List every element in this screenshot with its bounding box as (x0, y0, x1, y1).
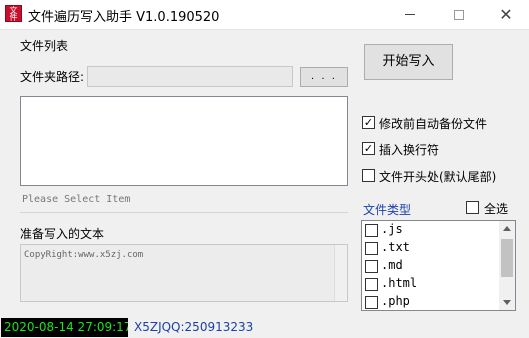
browse-folder-button[interactable]: . . . (300, 67, 348, 87)
scroll-up-icon[interactable] (503, 226, 511, 231)
file-type-label: .txt (381, 240, 410, 254)
file-list-group-label: 文件列表 (20, 39, 69, 53)
app-icon: 文件 (5, 5, 22, 22)
divider (20, 212, 348, 213)
folder-path-input[interactable] (87, 66, 293, 87)
start-write-button[interactable]: 开始写入 (364, 44, 453, 80)
file-type-checkbox[interactable] (365, 242, 378, 255)
file-types-label: 文件类型 (363, 203, 412, 217)
write-text-area[interactable]: CopyRight:www.x5zj.com (20, 244, 348, 302)
write-text-label: 准备写入的文本 (20, 227, 105, 241)
datetime-display: 2020-08-14 27:09:17 (1, 318, 128, 337)
list-item[interactable]: .md (362, 257, 500, 275)
list-item[interactable]: .php (362, 293, 500, 310)
scroll-thumb[interactable] (501, 239, 513, 277)
file-type-checkbox[interactable] (365, 278, 378, 291)
window-title: 文件遍历写入助手 V1.0.190520 (28, 10, 220, 25)
insert-newline-checkbox[interactable]: ✓ (362, 142, 375, 155)
file-type-checkbox[interactable] (365, 260, 378, 273)
file-type-label: .html (381, 276, 418, 290)
file-type-label: .js (381, 222, 403, 236)
insert-newline-label[interactable]: 插入换行符 (379, 141, 439, 158)
select-all-checkbox[interactable] (466, 201, 479, 214)
close-icon: ✕ (499, 4, 513, 24)
file-start-checkbox[interactable] (362, 169, 375, 182)
maximize-icon (454, 9, 464, 20)
backup-label[interactable]: 修改前自动备份文件 (379, 115, 487, 132)
list-item[interactable]: .txt (362, 239, 500, 257)
file-type-label: .php (381, 294, 410, 308)
close-button[interactable]: ✕ (483, 0, 529, 29)
file-types-list[interactable]: .js .txt .md .html .php (361, 220, 516, 311)
file-type-checkbox[interactable] (365, 224, 378, 237)
file-start-label[interactable]: 文件开头处(默认尾部) (379, 168, 496, 185)
file-types-scrollbar[interactable] (499, 221, 515, 310)
minimize-button[interactable] (387, 0, 433, 29)
list-item[interactable]: .html (362, 275, 500, 293)
list-item[interactable]: .js (362, 221, 500, 239)
file-list-box[interactable] (20, 96, 348, 186)
file-type-label: .md (381, 258, 403, 272)
write-text-scrollbar[interactable] (334, 245, 347, 301)
title-bar: 文件 文件遍历写入助手 V1.0.190520 ✕ (0, 0, 529, 30)
maximize-button[interactable] (436, 0, 482, 29)
scroll-down-icon[interactable] (503, 300, 511, 305)
file-type-checkbox[interactable] (365, 296, 378, 309)
write-text-value: CopyRight:www.x5zj.com (24, 250, 144, 260)
select-all-label[interactable]: 全选 (484, 200, 508, 217)
folder-path-label: 文件夹路径: (20, 70, 85, 84)
contact-text: X5ZJQQ:250913233 (134, 320, 254, 334)
backup-checkbox[interactable]: ✓ (362, 116, 375, 129)
minimize-icon (405, 14, 415, 15)
file-list-hint: Please Select Item (22, 194, 131, 205)
